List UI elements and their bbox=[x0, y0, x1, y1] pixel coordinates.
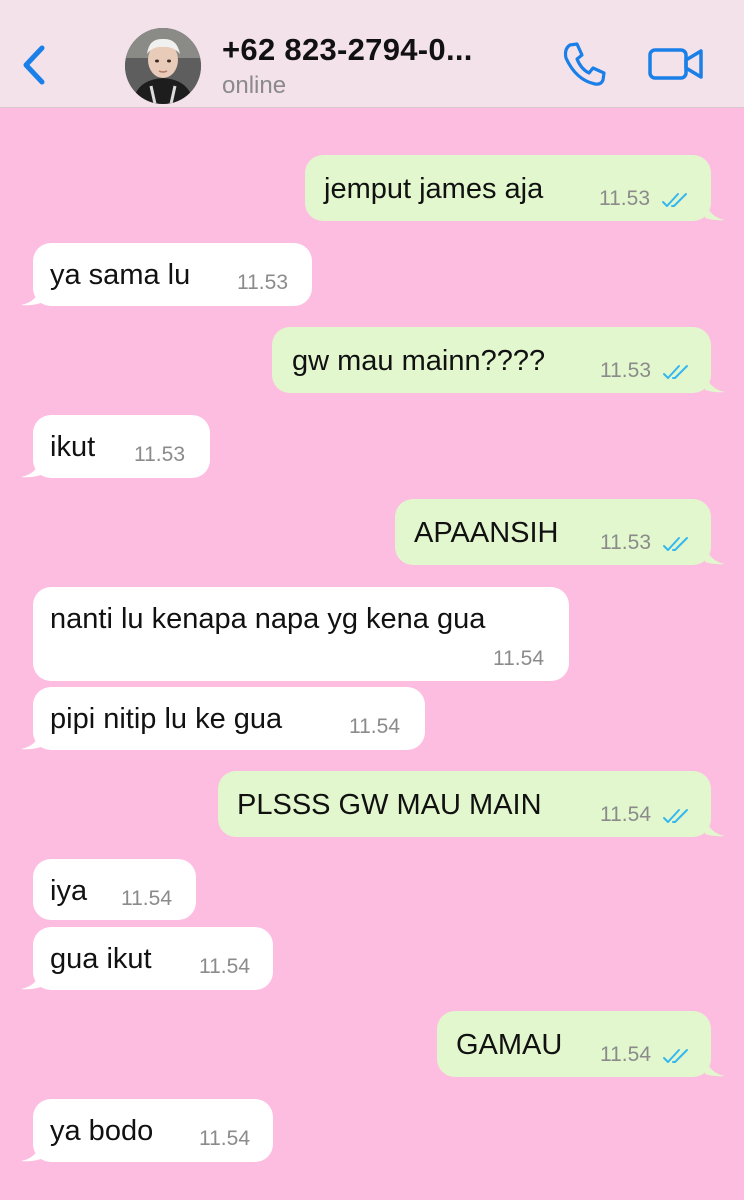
message-text: ya sama lu bbox=[50, 259, 191, 291]
message-timestamp: 11.54 bbox=[600, 1043, 651, 1066]
back-button[interactable] bbox=[14, 38, 54, 92]
message-text: nanti lu kenapa napa yg kena gua bbox=[50, 603, 486, 635]
message-timestamp: 11.53 bbox=[599, 187, 650, 210]
avatar-image bbox=[125, 28, 201, 104]
bubble-tail bbox=[705, 545, 725, 565]
outgoing-message-bubble[interactable]: APAANSIH 11.53 bbox=[395, 499, 725, 565]
message-text: gua ikut bbox=[50, 943, 152, 975]
read-receipt-icon bbox=[663, 1049, 688, 1063]
message-text: ikut bbox=[50, 431, 96, 463]
message-text: APAANSIH bbox=[414, 517, 559, 549]
chevron-left-icon bbox=[23, 45, 45, 85]
bubble-tail bbox=[21, 1142, 41, 1162]
bubble-tail bbox=[705, 1057, 725, 1077]
read-receipt-icon bbox=[662, 193, 687, 207]
read-receipt-icon bbox=[663, 365, 688, 379]
message-timestamp: 11.53 bbox=[237, 271, 288, 294]
outgoing-message-bubble[interactable]: gw mau mainn???? 11.53 bbox=[272, 327, 725, 393]
bubble-tail bbox=[705, 373, 725, 393]
message-text: PLSSS GW MAU MAIN bbox=[237, 789, 542, 821]
message-text: pipi nitip lu ke gua bbox=[50, 703, 283, 735]
read-receipt-icon bbox=[663, 809, 688, 823]
voice-call-button[interactable] bbox=[560, 40, 608, 88]
message-timestamp: 11.54 bbox=[493, 647, 544, 670]
incoming-message-bubble[interactable]: iya 11.54 bbox=[33, 859, 196, 920]
message-text: gw mau mainn???? bbox=[292, 345, 546, 377]
chat-header: +62 823-2794-0... online bbox=[0, 0, 744, 108]
bubble-tail bbox=[21, 286, 41, 306]
bubble-tail bbox=[21, 970, 41, 990]
incoming-message-bubble[interactable]: pipi nitip lu ke gua 11.54 bbox=[21, 687, 425, 750]
message-timestamp: 11.54 bbox=[199, 955, 250, 978]
read-receipt-icon bbox=[663, 537, 688, 551]
outgoing-message-bubble[interactable]: PLSSS GW MAU MAIN 11.54 bbox=[218, 771, 725, 837]
contact-status: online bbox=[222, 72, 287, 99]
message-text: iya bbox=[50, 875, 88, 907]
message-text: jemput james aja bbox=[324, 173, 544, 205]
bubble-tail bbox=[705, 817, 725, 837]
incoming-message-bubble[interactable]: ikut 11.53 bbox=[21, 415, 210, 478]
video-camera-icon bbox=[648, 48, 703, 80]
message-timestamp: 11.54 bbox=[121, 887, 172, 910]
contact-avatar[interactable] bbox=[125, 28, 201, 104]
incoming-message-bubble[interactable]: gua ikut 11.54 bbox=[21, 927, 273, 990]
bubble-tail bbox=[705, 201, 725, 221]
message-timestamp: 11.53 bbox=[600, 531, 651, 554]
incoming-message-bubble[interactable]: nanti lu kenapa napa yg kena gua 11.54 bbox=[33, 587, 569, 681]
incoming-message-bubble[interactable]: ya sama lu 11.53 bbox=[21, 243, 312, 306]
video-call-button[interactable] bbox=[646, 44, 706, 84]
message-text: ya bodo bbox=[50, 1115, 154, 1147]
message-timestamp: 11.54 bbox=[199, 1127, 250, 1150]
message-timestamp: 11.53 bbox=[600, 359, 651, 382]
message-timestamp: 11.54 bbox=[600, 803, 651, 826]
message-text: GAMAU bbox=[456, 1029, 563, 1061]
outgoing-message-bubble[interactable]: GAMAU 11.54 bbox=[437, 1011, 725, 1077]
contact-name[interactable]: +62 823-2794-0... bbox=[222, 32, 473, 68]
bubble-tail bbox=[21, 730, 41, 750]
message-timestamp: 11.54 bbox=[349, 715, 400, 738]
message-timestamp: 11.53 bbox=[134, 443, 185, 466]
bubble-tail bbox=[21, 458, 41, 478]
phone-icon bbox=[563, 42, 606, 86]
incoming-message-bubble[interactable]: ya bodo 11.54 bbox=[21, 1099, 273, 1162]
outgoing-message-bubble[interactable]: jemput james aja 11.53 bbox=[305, 155, 725, 221]
